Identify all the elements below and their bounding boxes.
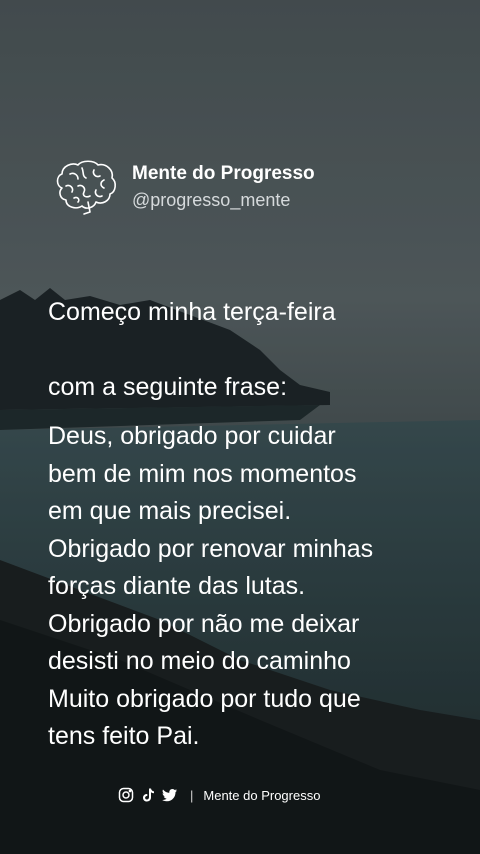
post-intro-line: com a seguinte frase: [48, 372, 288, 401]
footer-brand: Mente do Progresso [203, 787, 321, 803]
account-handle[interactable]: @progresso_mente [132, 188, 315, 212]
post-intro-line: Começo minha terça-feira [48, 297, 336, 326]
post-body-line: bem de mim nos momentos [48, 459, 357, 488]
brain-icon [52, 158, 118, 216]
twitter-icon[interactable] [162, 787, 178, 803]
instagram-icon[interactable] [118, 787, 134, 803]
post-body-line: tens feito Pai. [48, 722, 200, 750]
post-body-line: Deus, obrigado por cuidar [48, 422, 336, 450]
footer-separator: | [190, 787, 194, 803]
footer-branding: | Mente do Progresso [118, 787, 320, 803]
post-body-line: em que mais precisei. [48, 497, 292, 525]
post-header: Mente do Progresso @progresso_mente [52, 158, 315, 216]
post-body-line: desisti no meio do caminho [48, 647, 351, 675]
post-body-line: forças diante das lutas. [48, 572, 306, 600]
post-body-line: Obrigado por renovar minhas [48, 534, 374, 563]
post-body-line: Obrigado por não me deixar [48, 609, 360, 638]
post-text: Começo minha terça-feira com a seguinte … [48, 256, 458, 756]
post-body: Deus, obrigado por cuidar bem de mim nos… [48, 418, 458, 756]
post-intro: Começo minha terça-feira com a seguinte … [48, 256, 458, 406]
account-name[interactable]: Mente do Progresso [132, 162, 315, 186]
post-body-line: Muito obrigado por tudo que [48, 684, 361, 713]
tiktok-icon[interactable] [140, 787, 156, 803]
